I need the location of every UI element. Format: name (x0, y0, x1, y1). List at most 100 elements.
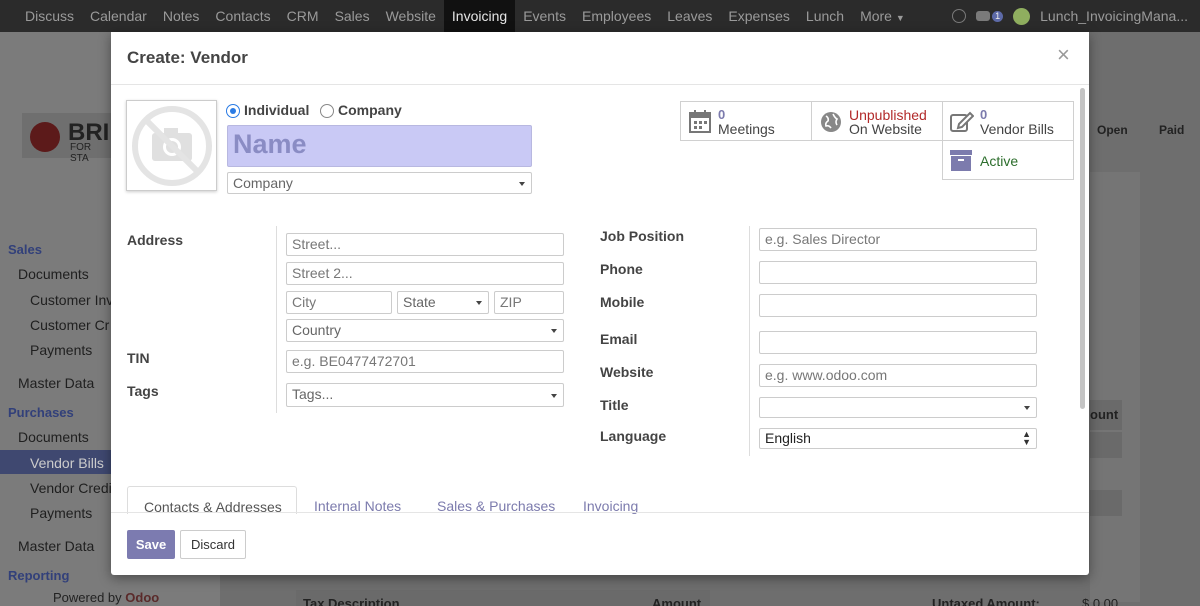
status-open: Open (1097, 123, 1128, 137)
radio-company-label[interactable]: Company (338, 102, 402, 118)
logo-subtext: FOR STA (70, 142, 92, 164)
menu-more-label: More (860, 8, 892, 24)
sidebar-header-purchases: Purchases (8, 405, 74, 420)
powered-by: Powered by Odoo (53, 590, 159, 605)
menu-leaves[interactable]: Leaves (659, 0, 720, 32)
tin-label: TIN (127, 350, 150, 366)
company-logo: BRI FOR STA (22, 113, 112, 164)
powered-by-label: Powered by (53, 590, 122, 605)
avatar[interactable] (1013, 7, 1031, 25)
caret-down-icon (551, 329, 557, 333)
table-row (1090, 490, 1122, 516)
meetings-button[interactable]: 0 Meetings (680, 101, 812, 141)
updown-icon: ▲ ▼ (1022, 429, 1031, 447)
website-label: Website (600, 364, 654, 380)
untaxed-amount-label: Untaxed Amount: (932, 596, 1040, 606)
chat-badge: 1 (992, 10, 1004, 22)
menu-events[interactable]: Events (515, 0, 574, 32)
user-menu[interactable]: Lunch_InvoicingMana... (1040, 8, 1188, 24)
active-toggle-button[interactable]: Active (942, 140, 1074, 180)
menu-expenses[interactable]: Expenses (720, 0, 797, 32)
sidebar-item-customer-invoices[interactable]: Customer Inv (30, 292, 113, 308)
active-label: Active (980, 153, 1019, 169)
archive-icon (950, 150, 972, 171)
language-select[interactable]: English ▲ ▼ (759, 428, 1037, 449)
sidebar-item-purchase-documents[interactable]: Documents (18, 429, 89, 445)
meetings-label: Meetings (718, 121, 775, 137)
left-group-divider (276, 226, 277, 413)
menu-discuss[interactable]: Discuss (0, 0, 82, 32)
scrollbar[interactable] (1080, 88, 1085, 409)
meetings-count: 0 (718, 107, 726, 122)
caret-down-icon (551, 394, 557, 398)
vendor-bills-label: Vendor Bills (980, 121, 1054, 137)
phone-label: Phone (600, 261, 643, 277)
state-select[interactable]: State (397, 291, 489, 314)
status-paid: Paid (1159, 123, 1185, 137)
email-input[interactable] (759, 331, 1037, 354)
sidebar-item-master-data[interactable]: Master Data (18, 375, 94, 391)
country-select[interactable]: Country (286, 319, 564, 342)
state-placeholder: State (403, 294, 436, 310)
discard-button[interactable]: Discard (180, 530, 246, 559)
no-photo-icon (132, 106, 212, 186)
menu-calendar[interactable]: Calendar (82, 0, 155, 32)
tin-input[interactable]: e.g. BE0477472701 (286, 350, 564, 373)
menu-contacts[interactable]: Contacts (207, 0, 278, 32)
radio-company[interactable] (320, 104, 334, 118)
name-input[interactable]: Name (227, 125, 532, 167)
website-input[interactable]: e.g. www.odoo.com (759, 364, 1037, 387)
sidebar-header-reporting: Reporting (8, 568, 70, 583)
mobile-label: Mobile (600, 294, 645, 310)
sidebar-item-vendor-credit[interactable]: Vendor Credi (30, 480, 112, 496)
menu-lunch[interactable]: Lunch (798, 0, 852, 32)
website-publish-button[interactable]: Unpublished On Website (811, 101, 943, 141)
menu-more[interactable]: More ▼ (852, 0, 913, 32)
menu-sales[interactable]: Sales (327, 0, 378, 32)
topbar-right: 1 Lunch_InvoicingMana... (952, 0, 1188, 32)
sidebar-header-sales: Sales (8, 242, 42, 257)
address-label: Address (127, 232, 184, 248)
sidebar-item-purchase-master-data[interactable]: Master Data (18, 538, 94, 554)
sidebar-item-purchase-payments[interactable]: Payments (30, 505, 92, 521)
sidebar-item-vendor-bills[interactable]: Vendor Bills (30, 455, 104, 471)
chevron-down-icon: ▼ (895, 13, 905, 23)
zip-input[interactable]: ZIP (494, 291, 564, 314)
image-upload[interactable] (126, 100, 217, 191)
close-icon[interactable]: × (1057, 44, 1070, 66)
chat-icon[interactable]: 1 (976, 10, 1004, 22)
mobile-input[interactable] (759, 294, 1037, 317)
radio-individual-label[interactable]: Individual (244, 102, 309, 118)
tags-input[interactable]: Tags... (286, 383, 564, 407)
job-position-label: Job Position (600, 228, 684, 244)
tags-placeholder: Tags... (292, 386, 334, 402)
website-label: On Website (849, 121, 922, 137)
pencil-square-icon (950, 111, 974, 132)
sidebar-item-documents[interactable]: Documents (18, 266, 89, 282)
footer-divider (111, 512, 1089, 513)
company-select[interactable]: Company (227, 172, 532, 194)
job-position-input[interactable]: e.g. Sales Director (759, 228, 1037, 251)
activity-icon[interactable] (952, 9, 967, 23)
vendor-bills-button[interactable]: 0 Vendor Bills (942, 101, 1074, 141)
tab-contacts-addresses[interactable]: Contacts & Addresses (127, 486, 297, 515)
radio-individual[interactable] (226, 104, 240, 118)
title-select[interactable] (759, 397, 1037, 418)
globe-icon (821, 112, 841, 132)
street2-input[interactable]: Street 2... (286, 262, 564, 285)
menu-crm[interactable]: CRM (279, 0, 327, 32)
odoo-link[interactable]: Odoo (125, 590, 159, 605)
menu-notes[interactable]: Notes (155, 0, 208, 32)
menu-website[interactable]: Website (378, 0, 444, 32)
menu-invoicing[interactable]: Invoicing (443, 0, 516, 32)
phone-input[interactable] (759, 261, 1037, 284)
save-button[interactable]: Save (127, 530, 175, 559)
menu-employees[interactable]: Employees (574, 0, 659, 32)
tags-label: Tags (127, 383, 159, 399)
tax-description-header: Tax Description (303, 596, 400, 606)
tax-amount-header: Amount (652, 596, 702, 606)
city-input[interactable]: City (286, 291, 392, 314)
street-input[interactable]: Street... (286, 233, 564, 256)
sidebar-item-payments[interactable]: Payments (30, 342, 92, 358)
sidebar-item-customer-credit[interactable]: Customer Cr (30, 317, 109, 333)
